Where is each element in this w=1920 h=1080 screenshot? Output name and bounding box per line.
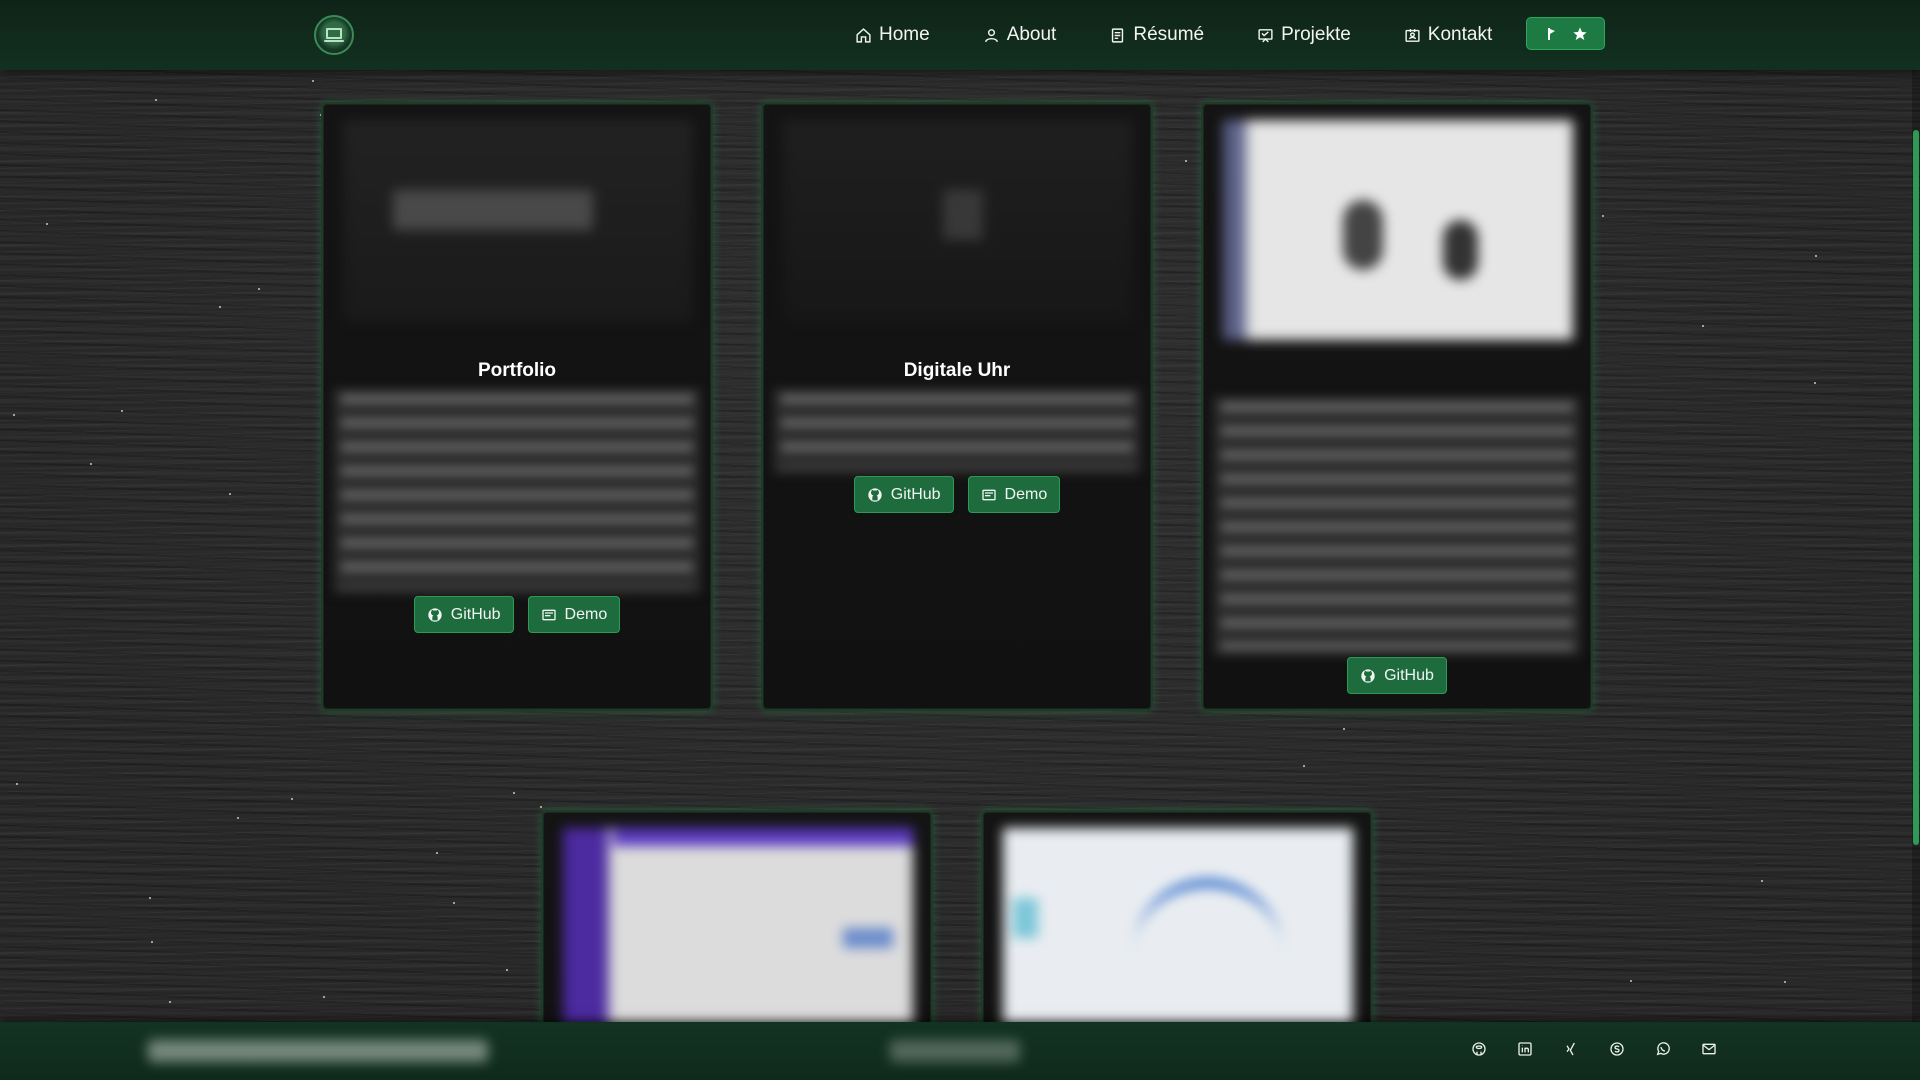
nav-item-label: Home	[879, 24, 930, 45]
xing-icon[interactable]	[1563, 1041, 1579, 1057]
user-icon	[984, 28, 998, 42]
footer-copyright	[890, 1040, 1020, 1062]
button-label: GitHub	[450, 605, 501, 623]
star-dot	[229, 493, 231, 495]
nav-item-label: Kontakt	[1427, 24, 1493, 45]
star-dot	[219, 306, 221, 308]
star-dot	[151, 941, 153, 943]
nav-item-about[interactable]: About	[983, 24, 1057, 46]
demo-icon	[541, 609, 556, 620]
sun-icon	[1547, 27, 1555, 40]
star-dot	[13, 414, 15, 416]
star-icon	[1572, 26, 1587, 40]
project-thumbnail	[563, 828, 913, 1028]
github-icon[interactable]	[1471, 1041, 1487, 1057]
navbar: Home About Résumé Projekte Kontakt	[0, 0, 1920, 70]
star-dot	[1630, 980, 1632, 982]
github-icon	[1361, 668, 1375, 683]
laptop-logo-icon	[324, 28, 344, 42]
site-logo[interactable]	[314, 15, 354, 55]
project-card: GitHub	[1201, 102, 1593, 711]
contact-card-icon	[1405, 28, 1420, 42]
card-description	[1213, 396, 1581, 656]
demo-button[interactable]: Demo	[967, 476, 1061, 513]
star-dot	[1343, 728, 1345, 730]
card-actions: GitHub Demo	[763, 476, 1151, 513]
star-dot	[46, 223, 48, 225]
star-dot	[149, 897, 151, 899]
star-dot	[513, 792, 515, 794]
card-description	[333, 388, 701, 594]
star-dot	[323, 996, 325, 998]
github-icon	[868, 487, 882, 502]
card-title: Portfolio	[477, 360, 557, 381]
nav-item-label: About	[1006, 24, 1057, 45]
footer-credit	[148, 1040, 488, 1062]
nav-item-label: Résumé	[1133, 24, 1205, 45]
nav-item-home[interactable]: Home	[855, 24, 930, 46]
whatsapp-icon[interactable]	[1655, 1041, 1671, 1057]
star-dot	[169, 1001, 171, 1003]
star-dot	[237, 817, 239, 819]
theme-toggle-button[interactable]	[1526, 17, 1605, 50]
project-card: Digitale Uhr GitHub Demo	[761, 102, 1153, 711]
button-label: Demo	[1004, 485, 1048, 503]
nav-item-contact[interactable]: Kontakt	[1404, 24, 1492, 46]
star-dot	[540, 806, 542, 808]
projects-icon	[1258, 28, 1273, 42]
star-dot	[90, 463, 92, 465]
nav-item-resume[interactable]: Résumé	[1109, 24, 1204, 46]
card-description	[773, 388, 1141, 474]
scrollbar-thumb[interactable]	[1913, 130, 1919, 845]
card-actions: GitHub	[1203, 657, 1591, 694]
star-dot	[291, 798, 293, 800]
star-dot	[312, 80, 314, 82]
nav-item-projects[interactable]: Projekte	[1257, 24, 1351, 46]
project-thumbnail	[1223, 120, 1573, 340]
github-button[interactable]: GitHub	[1347, 657, 1447, 694]
star-dot	[1815, 255, 1817, 257]
star-dot	[16, 783, 18, 785]
project-card: Portfolio GitHub Demo	[321, 102, 713, 711]
project-thumbnail	[783, 120, 1133, 322]
star-dot	[436, 852, 438, 854]
social-links	[1471, 1041, 1717, 1057]
github-button[interactable]: GitHub	[853, 476, 954, 513]
star-dot	[1185, 160, 1187, 162]
nav-links: Home About Résumé Projekte Kontakt	[855, 0, 1545, 70]
skype-icon[interactable]	[1609, 1041, 1625, 1057]
github-button[interactable]: GitHub	[413, 596, 514, 633]
demo-icon	[981, 489, 996, 500]
star-dot	[121, 410, 123, 412]
project-thumbnail	[1003, 828, 1353, 1028]
home-icon	[856, 27, 871, 43]
star-dot	[1784, 981, 1786, 983]
star-dot	[258, 288, 260, 290]
github-icon	[428, 607, 442, 622]
nav-item-label: Projekte	[1281, 24, 1351, 45]
button-label: GitHub	[1384, 666, 1434, 684]
star-dot	[453, 902, 455, 904]
card-title: Digitale Uhr	[903, 360, 1011, 381]
button-label: GitHub	[890, 485, 941, 503]
document-icon	[1112, 27, 1124, 43]
demo-button[interactable]: Demo	[527, 596, 621, 633]
linkedin-icon[interactable]	[1517, 1041, 1533, 1057]
project-thumbnail	[343, 120, 693, 322]
card-actions: GitHub Demo	[323, 596, 711, 633]
star-dot	[1814, 382, 1816, 384]
page-scrollbar[interactable]	[1912, 70, 1920, 1022]
mail-icon[interactable]	[1701, 1041, 1717, 1057]
button-label: Demo	[564, 605, 608, 623]
star-dot	[1303, 765, 1305, 767]
footer	[0, 1022, 1920, 1080]
star-dot	[1702, 325, 1704, 327]
star-dot	[1602, 215, 1604, 217]
star-dot	[1761, 880, 1763, 882]
star-dot	[506, 969, 508, 971]
star-dot	[155, 99, 157, 101]
